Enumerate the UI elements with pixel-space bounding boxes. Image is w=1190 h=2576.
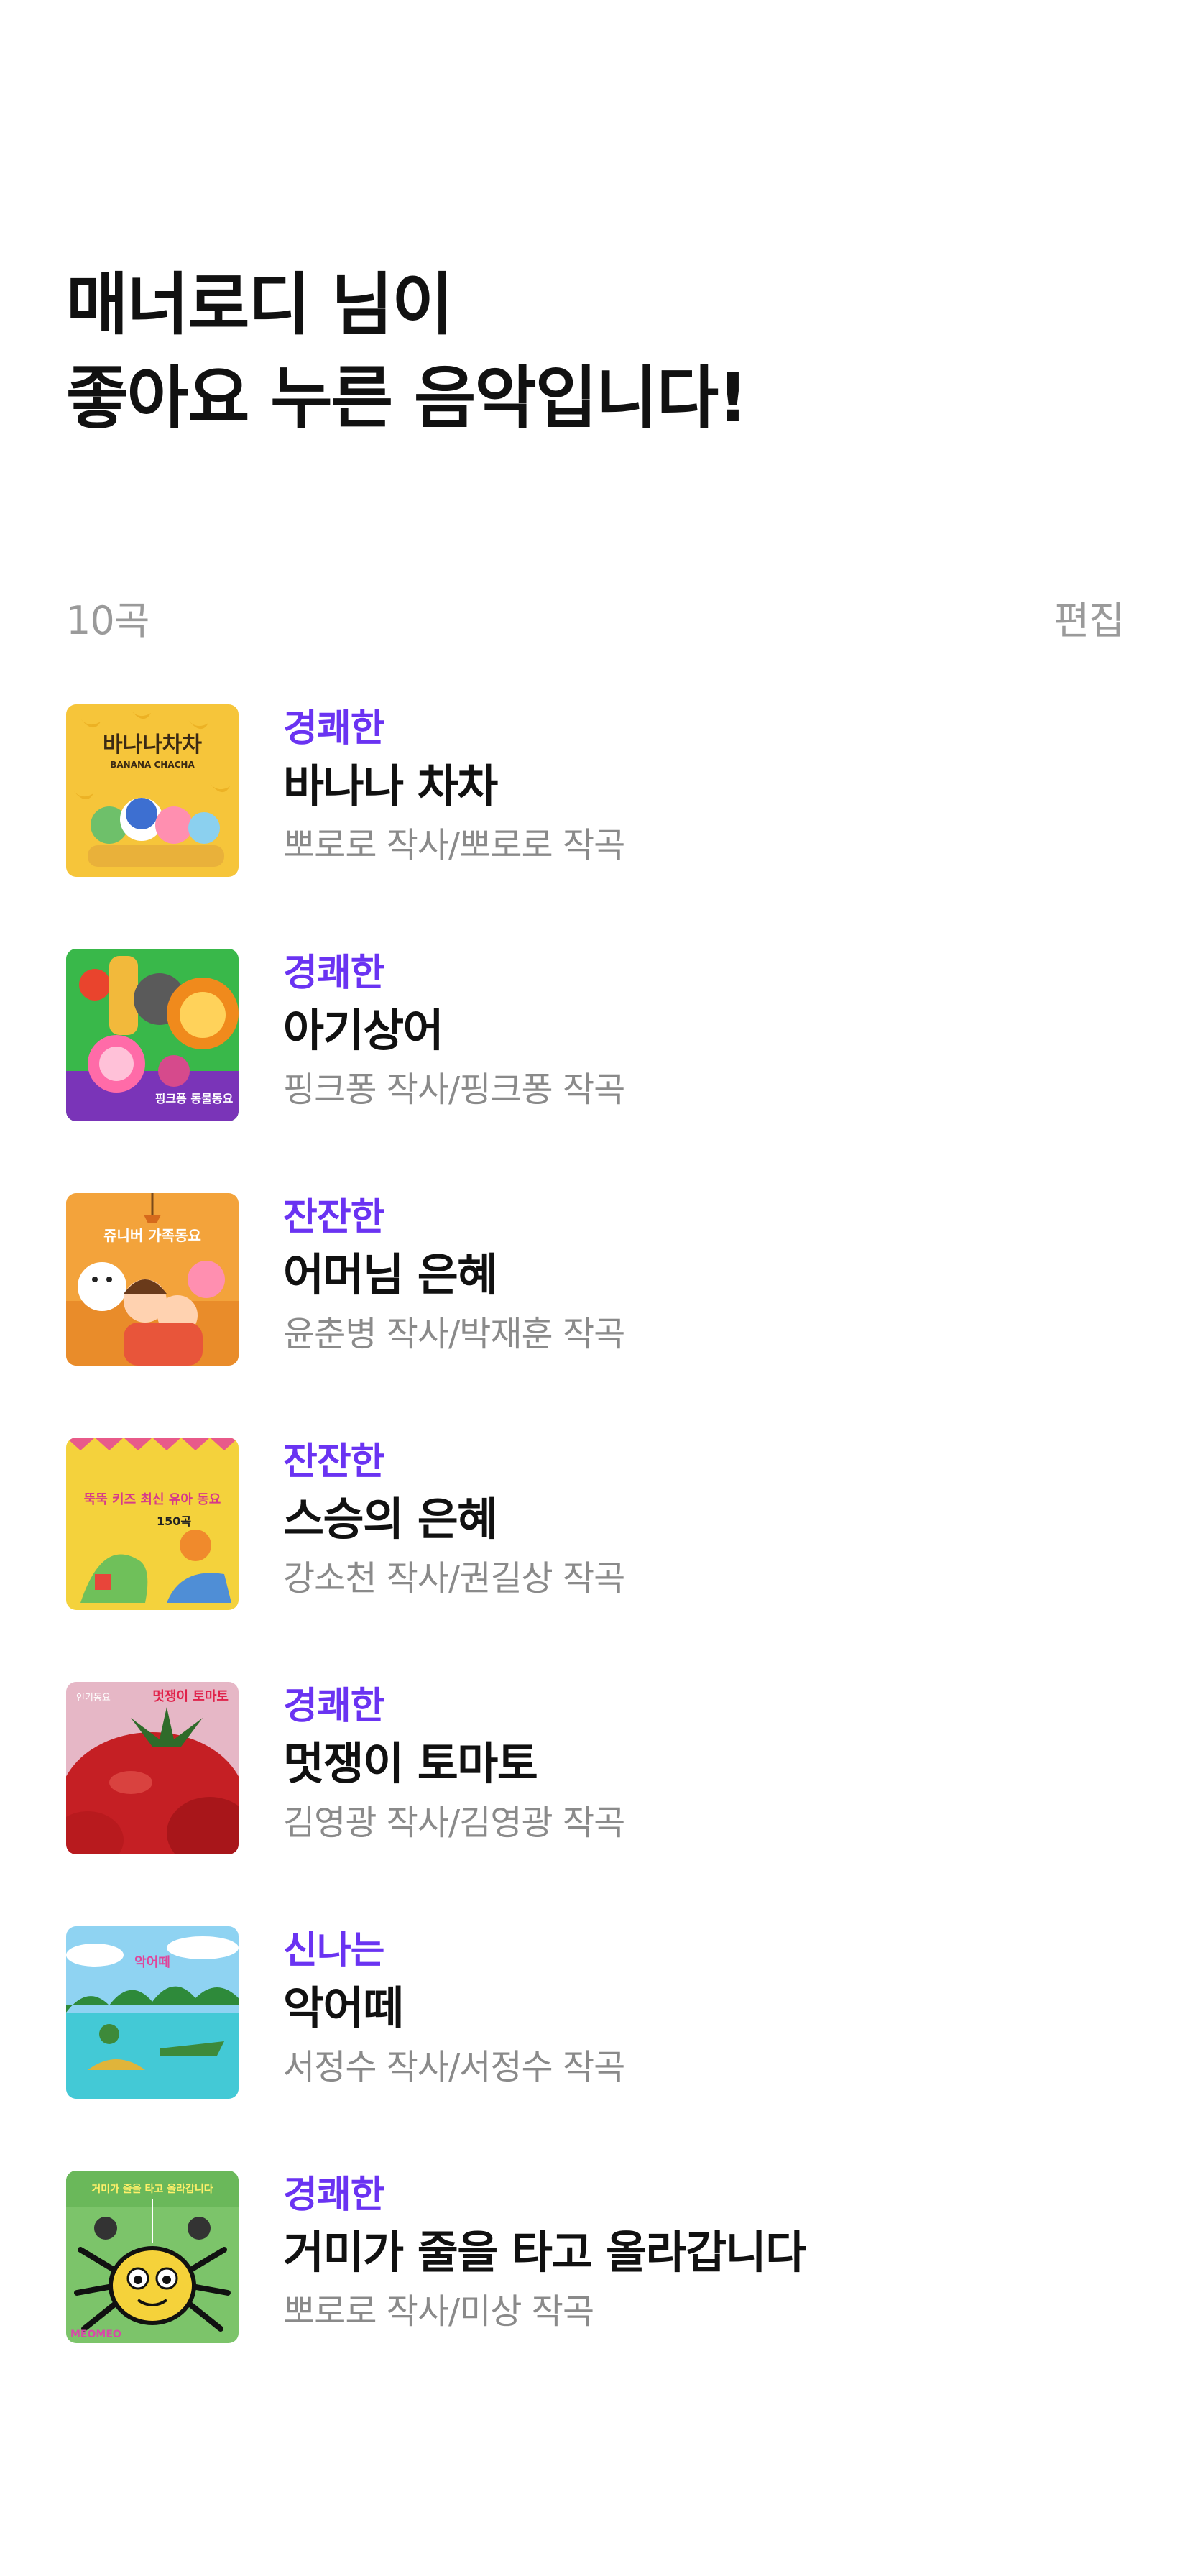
song-meta: 경쾌한 멋쟁이 토마토 김영광 작사/김영광 작곡 [283, 1682, 625, 1850]
song-title: 어머님 은혜 [283, 1248, 498, 1301]
song-item[interactable]: 뚝뚝 키즈 최신 유아 동요 150곡 잔잔한 스승의 은혜 강소천 작사/권길… [66, 1438, 1124, 1682]
cover-title: 핑크퐁 동물동요 [155, 1092, 234, 1105]
song-title: 아기상어 [283, 1004, 444, 1057]
song-list: 바나나차차 BANANA CHACHA 경쾌한 바나나 차차 뽀로로 작사/뽀로… [66, 704, 1124, 2415]
album-art-kids-songs: 뚝뚝 키즈 최신 유아 동요 150곡 [66, 1438, 239, 1610]
song-title: 거미가 줄을 타고 올라갑니다 [283, 2226, 806, 2278]
song-credits: 뽀로로 작사/뽀로로 작곡 [283, 825, 625, 865]
album-cover[interactable]: 인기동요 멋쟁이 토마토 [66, 1682, 239, 1854]
song-meta: 경쾌한 거미가 줄을 타고 올라갑니다 뽀로로 작사/미상 작곡 [283, 2171, 806, 2339]
cover-title: 멋쟁이 토마토 [152, 1689, 229, 1704]
song-meta: 잔잔한 스승의 은혜 강소천 작사/권길상 작곡 [283, 1438, 625, 1606]
album-art-crocodiles: 악어떼 [66, 1926, 239, 2099]
cover-title: 악어떼 [134, 1955, 170, 1970]
song-meta: 경쾌한 바나나 차차 뽀로로 작사/뽀로로 작곡 [283, 704, 625, 873]
mood-tag: 신나는 [283, 1929, 385, 1972]
song-title: 바나나 차차 [283, 760, 498, 812]
page-title: 매너로디 님이 좋아요 누른 음악입니다! [66, 259, 748, 446]
mood-tag: 경쾌한 [283, 952, 385, 995]
song-meta: 신나는 악어떼 서정수 작사/서정수 작곡 [283, 1926, 625, 2094]
song-item[interactable]: 인기동요 멋쟁이 토마토 경쾌한 멋쟁이 토마토 김영광 작사/김영광 작곡 [66, 1682, 1124, 1926]
edit-button[interactable]: 편집 [1054, 589, 1125, 645]
album-art-banana-chacha: 바나나차차 BANANA CHACHA [66, 704, 239, 877]
page-title-line-1: 매너로디 님이 [66, 266, 454, 344]
song-item[interactable]: 핑크퐁 동물동요 경쾌한 아기상어 핑크퐁 작사/핑크퐁 작곡 [66, 949, 1124, 1193]
album-cover[interactable]: 악어떼 [66, 1926, 239, 2099]
cover-subtitle: 인기동요 [76, 1693, 111, 1703]
mood-tag: 경쾌한 [283, 2174, 385, 2217]
cover-subtitle: 150곡 [157, 1514, 191, 1528]
cover-subtitle: MEOMEO [70, 2329, 121, 2340]
album-cover[interactable]: 쥬니버 가족동요 [66, 1193, 239, 1366]
album-art-spider: 거미가 줄을 타고 올라갑니다 MEOMEO [66, 2171, 239, 2343]
song-item[interactable]: 바나나차차 BANANA CHACHA 경쾌한 바나나 차차 뽀로로 작사/뽀로… [66, 704, 1124, 949]
cover-title: 바나나차차 [103, 732, 202, 758]
mood-tag: 경쾌한 [283, 707, 385, 750]
cover-title: 뚝뚝 키즈 최신 유아 동요 [84, 1492, 221, 1507]
list-header: 10곡 편집 [66, 588, 1125, 645]
mood-tag: 경쾌한 [283, 1685, 385, 1728]
song-credits: 핑크퐁 작사/핑크퐁 작곡 [283, 1070, 625, 1110]
song-credits: 김영광 작사/김영광 작곡 [283, 1803, 625, 1843]
song-count: 10곡 [66, 597, 149, 643]
song-credits: 서정수 작사/서정수 작곡 [283, 2047, 625, 2087]
song-item[interactable]: 쥬니버 가족동요 잔잔한 어머님 은혜 윤춘병 작사/박재훈 작곡 [66, 1193, 1124, 1438]
song-title: 스승의 은혜 [283, 1493, 498, 1545]
song-meta: 경쾌한 아기상어 핑크퐁 작사/핑크퐁 작곡 [283, 949, 625, 1117]
song-meta: 잔잔한 어머님 은혜 윤춘병 작사/박재훈 작곡 [283, 1193, 625, 1361]
album-cover[interactable]: 바나나차차 BANANA CHACHA [66, 704, 239, 877]
song-credits: 뽀로로 작사/미상 작곡 [283, 2291, 594, 2332]
song-title: 악어떼 [283, 1982, 404, 2034]
mood-tag: 잔잔한 [283, 1440, 385, 1484]
cover-title: 쥬니버 가족동요 [103, 1227, 201, 1244]
album-cover[interactable]: 뚝뚝 키즈 최신 유아 동요 150곡 [66, 1438, 239, 1610]
album-cover[interactable]: 핑크퐁 동물동요 [66, 949, 239, 1121]
song-title: 멋쟁이 토마토 [283, 1737, 538, 1790]
album-cover[interactable]: 거미가 줄을 타고 올라갑니다 MEOMEO [66, 2171, 239, 2343]
cover-title: 거미가 줄을 타고 올라갑니다 [91, 2183, 213, 2195]
page-title-line-2: 좋아요 누른 음악입니다! [66, 359, 748, 438]
song-item[interactable]: 악어떼 신나는 악어떼 서정수 작사/서정수 작곡 [66, 1926, 1124, 2171]
song-credits: 윤춘병 작사/박재훈 작곡 [283, 1314, 625, 1354]
album-art-tomato: 인기동요 멋쟁이 토마토 [66, 1682, 239, 1854]
album-art-pinkfong: 핑크퐁 동물동요 [66, 949, 239, 1121]
song-credits: 강소천 작사/권길상 작곡 [283, 1558, 625, 1598]
song-item[interactable]: 거미가 줄을 타고 올라갑니다 MEOMEO 경쾌한 거미가 줄을 타고 올라갑… [66, 2171, 1124, 2415]
album-art-family-songs: 쥬니버 가족동요 [66, 1193, 239, 1366]
mood-tag: 잔잔한 [283, 1196, 385, 1239]
cover-subtitle: BANANA CHACHA [110, 760, 195, 770]
